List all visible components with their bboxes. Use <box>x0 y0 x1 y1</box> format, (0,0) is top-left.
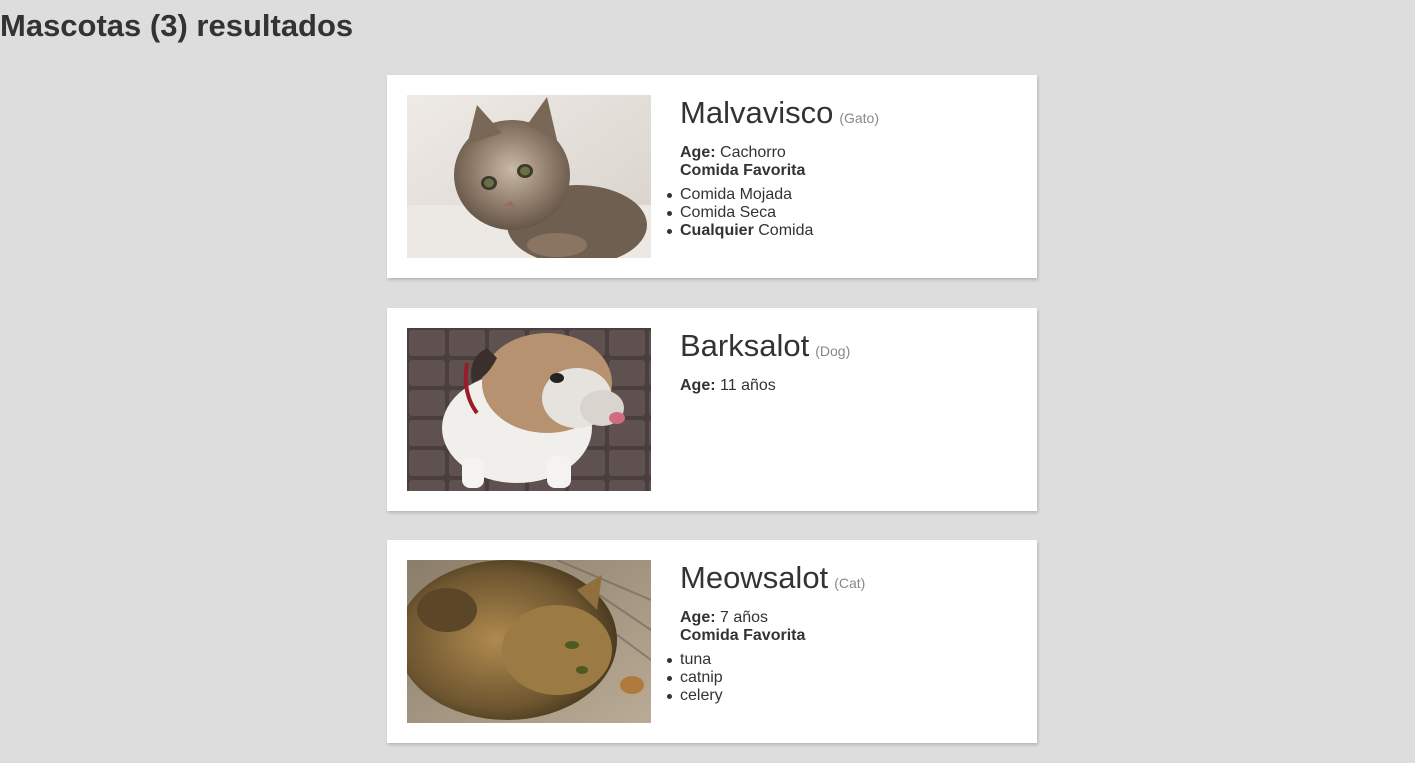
age-label: Age: <box>680 377 716 394</box>
pet-type: (Gato) <box>839 110 880 126</box>
age-label: Age: <box>680 609 716 626</box>
pet-age: Age: Cachorro <box>680 144 879 162</box>
pet-name: Malvavisco <box>680 95 834 130</box>
favorite-food-list: tuna catnip celery <box>666 651 865 705</box>
list-item: Comida Seca <box>666 204 879 222</box>
pet-age: Age: 11 años <box>680 377 850 395</box>
pet-card: Malvavisco (Gato) Age: Cachorro Comida Fa… <box>387 75 1037 278</box>
list-item: Comida Mojada <box>666 186 879 204</box>
pet-type: (Dog) <box>815 343 851 359</box>
pet-name: Barksalot <box>680 328 810 363</box>
tabby-cat-photo <box>407 560 651 723</box>
age-value: 11 años <box>720 377 776 394</box>
list-item: Cualquier Comida <box>666 222 879 240</box>
age-value: 7 años <box>720 609 769 626</box>
pet-type: (Cat) <box>834 575 866 591</box>
pet-card: Meowsalot (Cat) Age: 7 años Comida Favori… <box>387 540 1037 743</box>
list-item: tuna <box>666 651 865 669</box>
bulldog-photo <box>407 328 651 491</box>
age-value: Cachorro <box>720 144 786 161</box>
pet-name: Meowsalot <box>680 560 829 595</box>
pet-card: Barksalot (Dog) Age: 11 años <box>387 308 1037 511</box>
favorite-food-list: Comida Mojada Comida Seca Cualquier Comi… <box>666 186 879 240</box>
kitten-photo <box>407 95 651 258</box>
favorite-food-label: Comida Favorita <box>680 627 806 644</box>
pet-age: Age: 7 años <box>680 609 865 627</box>
age-label: Age: <box>680 144 716 161</box>
page-title: Mascotas (3) resultados <box>0 8 354 43</box>
favorite-food-label: Comida Favorita <box>680 162 806 179</box>
list-item: catnip <box>666 669 865 687</box>
list-item: celery <box>666 687 865 705</box>
